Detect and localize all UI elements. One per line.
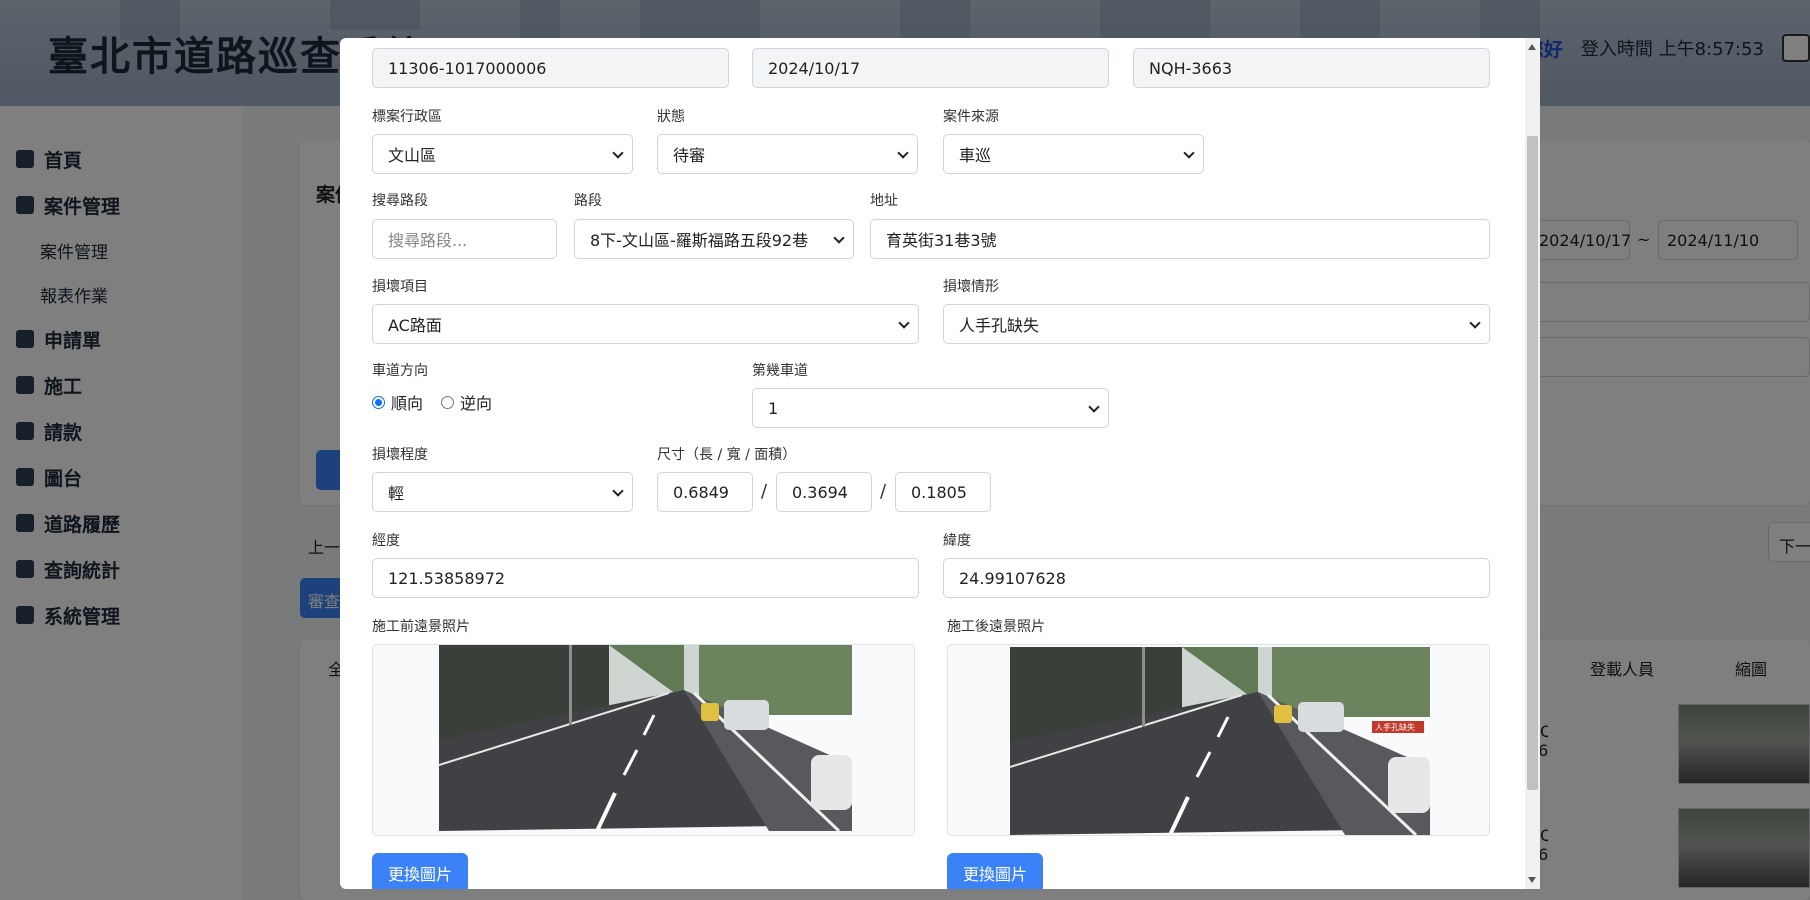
section-label: 路段 bbox=[574, 193, 602, 209]
chevron-down-icon bbox=[612, 485, 624, 497]
chevron-down-icon bbox=[898, 317, 910, 329]
search-section-input[interactable]: 搜尋路段... bbox=[372, 219, 557, 259]
chevron-down-icon bbox=[612, 147, 624, 159]
chevron-down-icon bbox=[1088, 401, 1100, 413]
damage-type-select[interactable]: 人手孔缺失 bbox=[943, 304, 1490, 344]
photo-after-label: 施工後遠景照片 bbox=[947, 619, 1045, 635]
section-select[interactable]: 8下-文山區-羅斯福路五段92巷 bbox=[574, 219, 854, 259]
district-select[interactable]: 文山區 bbox=[372, 134, 633, 174]
chevron-down-icon bbox=[833, 232, 845, 244]
change-photo-after-button[interactable]: 更換圖片 bbox=[947, 853, 1043, 889]
direction-forward-label[interactable]: 順向 bbox=[391, 390, 423, 414]
source-label: 案件來源 bbox=[943, 109, 999, 125]
status-label: 狀態 bbox=[657, 109, 685, 125]
photo-before-frame bbox=[372, 644, 915, 836]
change-photo-before-button[interactable]: 更換圖片 bbox=[372, 853, 468, 889]
scroll-thumb[interactable] bbox=[1527, 136, 1538, 790]
case-number-field[interactable]: 11306-1017000006 bbox=[372, 48, 729, 88]
lane-select[interactable]: 1 bbox=[752, 388, 1109, 428]
case-date-field[interactable]: 2024/10/17 bbox=[752, 48, 1109, 88]
size-separator: / bbox=[880, 481, 887, 502]
size-length-input[interactable]: 0.6849 bbox=[657, 472, 753, 512]
size-width-input[interactable]: 0.3694 bbox=[776, 472, 872, 512]
latitude-input[interactable]: 24.99107628 bbox=[943, 558, 1490, 598]
severity-label: 損壞程度 bbox=[372, 447, 428, 463]
direction-label: 車道方向 bbox=[372, 363, 428, 379]
damage-item-label: 損壞項目 bbox=[372, 279, 428, 295]
direction-reverse-label[interactable]: 逆向 bbox=[460, 390, 492, 414]
plate-field[interactable]: NQH-3663 bbox=[1133, 48, 1490, 88]
size-area-input[interactable]: 0.1805 bbox=[895, 472, 991, 512]
damage-item-select[interactable]: AC路面 bbox=[372, 304, 919, 344]
chevron-down-icon bbox=[1469, 317, 1481, 329]
district-label: 標案行政區 bbox=[372, 109, 442, 125]
photo-before-label: 施工前遠景照片 bbox=[372, 619, 470, 635]
photo-after-frame: 人手孔缺失 bbox=[947, 644, 1490, 836]
lane-label: 第幾車道 bbox=[752, 363, 808, 379]
photo-before-image[interactable] bbox=[439, 645, 852, 831]
search-section-label: 搜尋路段 bbox=[372, 193, 428, 209]
case-edit-modal: 11306-1017000006 2024/10/17 NQH-3663 標案行… bbox=[340, 38, 1540, 889]
severity-select[interactable]: 輕 bbox=[372, 472, 633, 512]
size-label: 尺寸（長 / 寬 / 面積） bbox=[657, 447, 797, 463]
modal-scrollbar[interactable] bbox=[1525, 38, 1540, 889]
longitude-input[interactable]: 121.53858972 bbox=[372, 558, 919, 598]
scroll-up-arrow-icon[interactable] bbox=[1528, 44, 1536, 50]
direction-radio-group: 順向 逆向 bbox=[372, 390, 492, 414]
status-select[interactable]: 待審 bbox=[657, 134, 918, 174]
direction-forward-radio[interactable] bbox=[372, 395, 385, 409]
scroll-down-arrow-icon[interactable] bbox=[1528, 877, 1536, 883]
chevron-down-icon bbox=[897, 147, 909, 159]
direction-reverse-radio[interactable] bbox=[441, 395, 455, 409]
longitude-label: 經度 bbox=[372, 533, 400, 549]
address-label: 地址 bbox=[870, 193, 898, 209]
size-separator: / bbox=[761, 481, 768, 502]
damage-tag-text: 人手孔缺失 bbox=[1375, 722, 1415, 732]
source-select[interactable]: 車巡 bbox=[943, 134, 1204, 174]
latitude-label: 緯度 bbox=[943, 533, 971, 549]
address-input[interactable]: 育英街31巷3號 bbox=[870, 219, 1490, 259]
photo-after-image[interactable]: 人手孔缺失 bbox=[1010, 647, 1430, 835]
chevron-down-icon bbox=[1183, 147, 1195, 159]
damage-type-label: 損壞情形 bbox=[943, 279, 999, 295]
